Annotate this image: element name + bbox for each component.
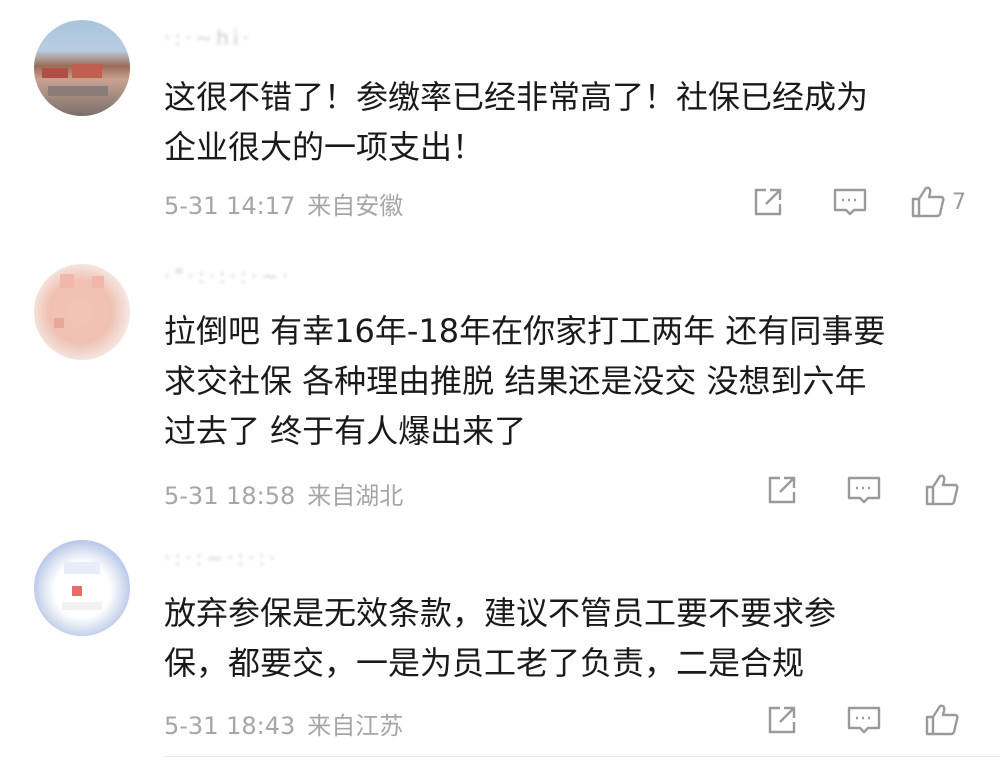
share-icon (754, 188, 782, 216)
reply-button[interactable] (832, 186, 868, 218)
share-icon (768, 476, 796, 504)
comment-time: 5-31 14:17 (164, 192, 296, 220)
like-button[interactable] (924, 473, 966, 507)
comment-time: 5-31 18:43 (164, 712, 296, 740)
reply-button[interactable] (846, 474, 882, 506)
comment-meta: 5-31 18:58 来自湖北 (164, 476, 403, 511)
thumbs-up-icon (925, 474, 959, 506)
comment-icon (847, 706, 881, 734)
share-button[interactable] (752, 186, 786, 218)
share-button[interactable] (766, 474, 800, 506)
username[interactable]: ·"·:·:·:·~· (164, 264, 292, 298)
comment-meta: 5-31 14:17 来自安徽 (164, 186, 403, 221)
share-icon (768, 706, 796, 734)
comment-actions (766, 702, 966, 738)
comment-location: 来自安徽 (307, 192, 404, 220)
comment-actions (766, 472, 966, 508)
comment-meta: 5-31 18:43 来自江苏 (164, 706, 403, 741)
comment-location: 来自江苏 (307, 712, 404, 740)
like-button[interactable] (924, 703, 966, 737)
comment-text: 放弃参保是无效条款，建议不管员工要不要求参 保，都要交，一是为员工老了负责，二是… (164, 594, 837, 682)
like-count: 7 (952, 189, 966, 215)
thumbs-up-icon (911, 186, 945, 218)
comment-actions: 7 (752, 184, 966, 220)
avatar[interactable] (34, 20, 130, 116)
username[interactable]: ·:·~hi· (164, 26, 253, 60)
comment-location: 来自湖北 (307, 482, 404, 510)
comment-icon (833, 188, 867, 216)
comment-time: 5-31 18:58 (164, 482, 296, 510)
comment-text: 拉倒吧 有幸16年-18年在你家打工两年 还有同事要 求交社保 各种理由推脱 结… (164, 312, 886, 450)
comment-icon (847, 476, 881, 504)
username[interactable]: ·:·:~·:·:· (164, 546, 280, 580)
avatar[interactable] (34, 540, 130, 636)
like-button[interactable]: 7 (910, 185, 966, 219)
share-button[interactable] (766, 704, 800, 736)
comment-text: 这很不错了！参缴率已经非常高了！社保已经成为 企业很大的一项支出！ (164, 78, 869, 166)
divider (164, 756, 1000, 757)
thumbs-up-icon (925, 704, 959, 736)
reply-button[interactable] (846, 704, 882, 736)
avatar[interactable] (34, 264, 130, 360)
